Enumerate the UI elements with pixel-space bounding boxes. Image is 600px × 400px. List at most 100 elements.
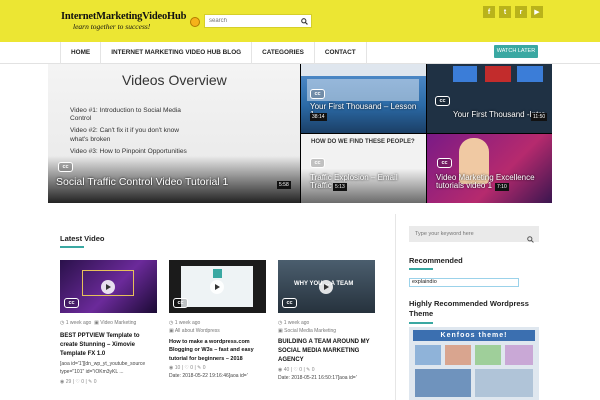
nav-menu: HOME INTERNET MARKETING VIDEO HUB BLOG C… (60, 42, 367, 64)
tile-graphic (453, 66, 477, 82)
logo-smiley-icon (190, 17, 200, 27)
featured-videos: Videos Overview Video #1: Introduction t… (48, 64, 552, 203)
video-meta: ▣ All about Wordpress (169, 328, 220, 334)
heading-underline (409, 322, 433, 324)
views-count: 29 (65, 378, 72, 385)
video-thumbnail[interactable]: WHY YOU ... A TEAM cc (278, 260, 375, 313)
views-count: 40 (283, 367, 290, 373)
rss-icon[interactable]: r (515, 6, 527, 18)
site-logo[interactable]: InternetMarketingVideoHub learn together… (61, 11, 200, 35)
wp-theme-heading: Highly Recommended Wordpress Theme (409, 299, 529, 318)
video-excerpt: Date: 2018-05-21 16:50:17[aoa id=' (278, 375, 357, 381)
theme-banner-text: Kenfoos theme! (413, 330, 535, 341)
hero-main-duration: 5:58 (277, 181, 291, 189)
closed-captions-icon: cc (282, 298, 297, 308)
theme-preview (445, 345, 471, 365)
video-thumbnail[interactable]: cc (60, 260, 157, 313)
sidebar-search (409, 226, 539, 243)
theme-preview (415, 369, 471, 397)
thumbnail-logo (213, 269, 222, 278)
video-date: 1 week ago (65, 320, 92, 326)
closed-captions-icon: cc (310, 89, 325, 99)
hero-tile-1[interactable]: cc Your First Thousand – Lesson 1 38:14 (301, 64, 426, 133)
closed-captions-icon: cc (435, 96, 450, 106)
video-excerpt: [aoa id='1'][dn_wp_yt_youtube_source typ… (60, 361, 146, 375)
likes-count: 0 (299, 367, 303, 373)
video-title[interactable]: BEST PPTVIEW Template to create Stunning… (60, 332, 157, 359)
video-stats: ◉ 10 | ♡ 0 | ✎ 0 (169, 364, 206, 371)
site-header: InternetMarketingVideoHub learn together… (0, 0, 600, 42)
closed-captions-icon: cc (173, 298, 188, 308)
hero-main-tile[interactable]: Videos Overview Video #1: Introduction t… (48, 64, 300, 203)
theme-preview (475, 345, 501, 365)
sidebar-search-input[interactable] (409, 226, 524, 242)
hero-tile-1-duration: 38:14 (310, 113, 327, 121)
heading-underline (409, 268, 433, 270)
video-meta: ◷ 1 week ago (169, 320, 201, 326)
closed-captions-icon: cc (64, 298, 79, 308)
play-icon[interactable] (319, 280, 333, 294)
nav-item-blog[interactable]: INTERNET MARKETING VIDEO HUB BLOG (101, 42, 253, 64)
video-thumbnail[interactable]: cc (169, 260, 266, 313)
video-excerpt: Date: 2018-05-22 19:16:46[aoa id=' (169, 372, 248, 379)
video-card: cc ◷ 1 week ago ▣ All about Wordpress Ho… (169, 260, 266, 381)
video-card: cc ◷ 1 week ago ▣ Video Marketing BEST P… (60, 260, 157, 385)
watch-later-button[interactable]: WATCH LATER (494, 45, 538, 58)
heading-underline (60, 246, 84, 248)
video-date: 1 week ago (283, 320, 310, 326)
nav-item-categories[interactable]: CATEGORIES (252, 42, 315, 64)
video-meta: ◷ 1 week ago (278, 320, 310, 326)
header-search (204, 14, 312, 28)
video-stats: ◉ 29 | ♡ 0 | ✎ 0 (60, 378, 97, 385)
hero-tile-3-title[interactable]: Traffic Explosion – Email Traffic (310, 173, 410, 191)
hero-tile-1-title[interactable]: Your First Thousand – Lesson 1 (310, 102, 422, 120)
comments-count: 0 (311, 367, 315, 373)
tile-graphic (517, 66, 543, 82)
video-title[interactable]: BUILDING A TEAM AROUND MY SOCIAL MEDIA M… (278, 338, 375, 365)
likes-count: 0 (190, 364, 194, 371)
video-date: 1 week ago (174, 320, 201, 326)
hero-tile-4[interactable]: cc Video Marketing Excellence tutorials … (427, 134, 552, 203)
theme-preview (475, 369, 533, 397)
recommended-select[interactable]: explaindio (409, 278, 519, 287)
comments-count: 0 (202, 364, 206, 371)
twitter-icon[interactable]: t (499, 6, 511, 18)
tile-graphic (485, 66, 511, 82)
video-meta: ▣ Social Media Marketing (278, 328, 337, 334)
hero-tile-2-duration: 11:50 (531, 113, 548, 121)
search-icon[interactable] (527, 230, 534, 248)
theme-preview (415, 345, 441, 365)
slide-bullet: Video #3: How to Pinpoint Opportunities (70, 147, 187, 155)
hero-tile-4-title[interactable]: Video Marketing Excellence tutorials vid… (436, 173, 548, 191)
play-icon[interactable] (210, 280, 224, 294)
search-icon[interactable] (298, 15, 311, 27)
latest-video-heading: Latest Video (60, 234, 105, 243)
search-input[interactable] (205, 15, 299, 27)
slide-bullet: Video #1: Introduction to Social Media C… (70, 107, 181, 123)
slide-bullets: Video #1: Introduction to Social Media C… (70, 107, 190, 156)
hero-tile-2[interactable]: cc Your First Thousand -Intro 11:50 (427, 64, 552, 133)
video-title[interactable]: How to make a wordpress.com Blogging or … (169, 338, 266, 363)
video-stats: ◉ 40 | ♡ 0 | ✎ 0 (278, 367, 315, 373)
video-category[interactable]: Social Media Marketing (284, 328, 336, 334)
video-card: WHY YOU ... A TEAM cc ◷ 1 week ago ▣ Soc… (278, 260, 375, 383)
tile-banner-text: HOW DO WE FIND THESE PEOPLE? (311, 139, 415, 145)
hero-tile-4-duration: 7:10 (495, 183, 509, 191)
theme-banner-image[interactable]: Kenfoos theme! (409, 327, 539, 400)
facebook-icon[interactable]: f (483, 6, 495, 18)
likes-count: 0 (81, 378, 85, 385)
hero-tile-3[interactable]: HOW DO WE FIND THESE PEOPLE? cc Traffic … (301, 134, 426, 203)
play-icon[interactable] (101, 280, 115, 294)
recommended-heading: Recommended (409, 256, 463, 265)
video-meta: ◷ 1 week ago ▣ Video Marketing (60, 320, 137, 326)
views-count: 10 (174, 364, 181, 371)
comments-count: 0 (93, 378, 97, 385)
youtube-icon[interactable]: ▶ (531, 6, 543, 18)
nav-item-contact[interactable]: CONTACT (315, 42, 367, 64)
video-category[interactable]: All about Wordpress (175, 328, 220, 334)
closed-captions-icon: cc (437, 158, 452, 168)
video-category[interactable]: Video Marketing (100, 320, 136, 326)
nav-item-home[interactable]: HOME (61, 42, 102, 64)
hero-main-title[interactable]: Social Traffic Control Video Tutorial 1 (56, 176, 286, 188)
hero-tile-3-duration: 5:13 (333, 183, 347, 191)
